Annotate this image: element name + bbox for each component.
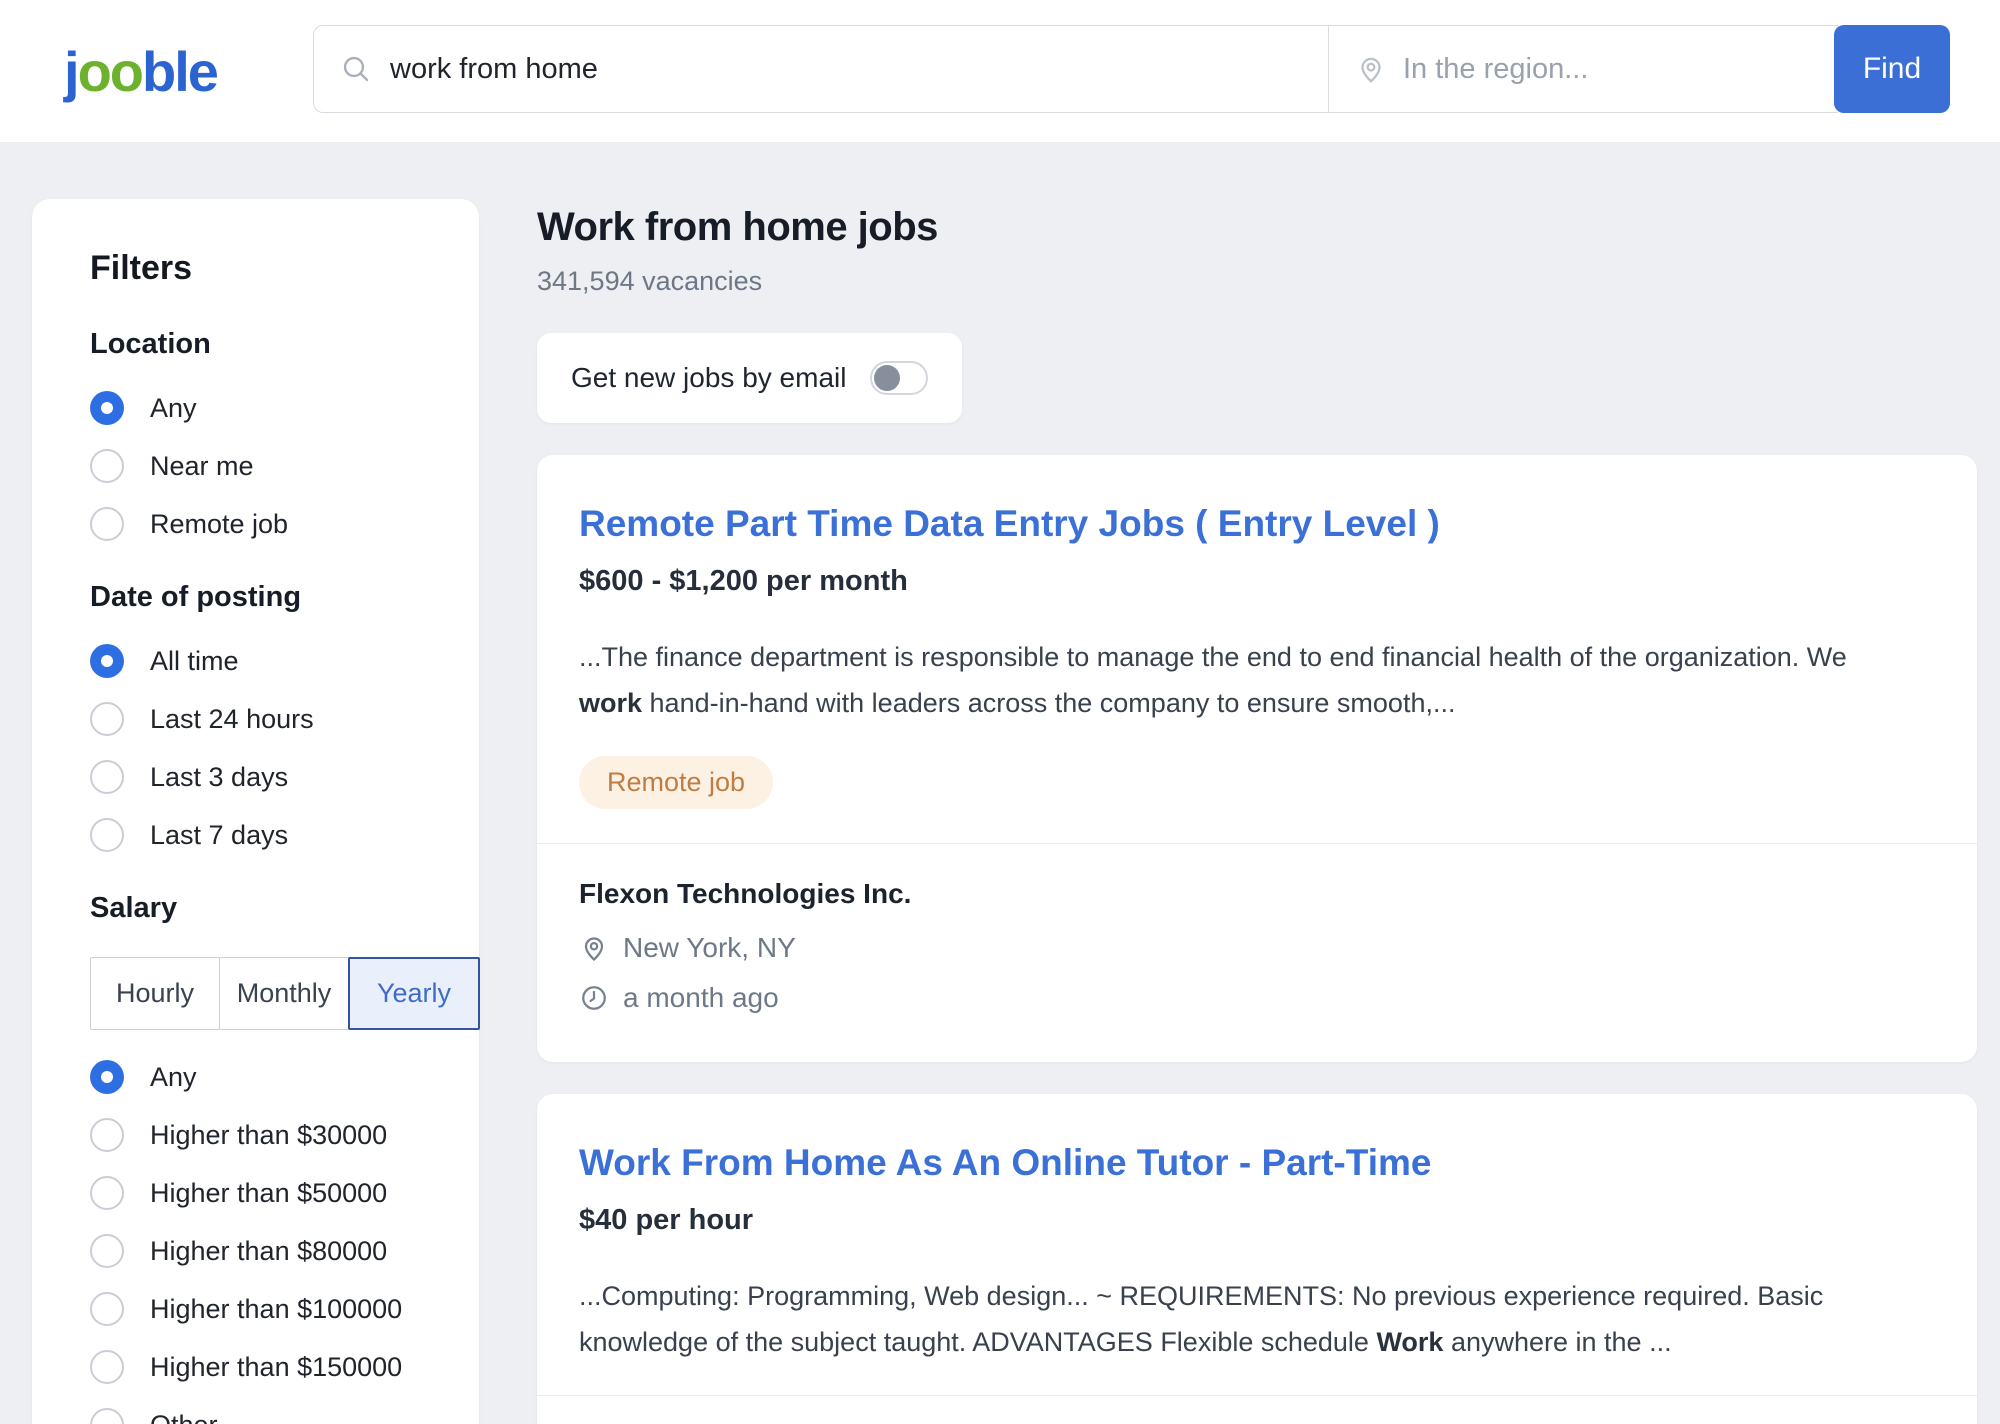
date-option-last-3-days[interactable]: Last 3 days (90, 760, 443, 794)
salary-option-80000[interactable]: Higher than $80000 (90, 1234, 443, 1268)
salary-heading: Salary (90, 892, 443, 925)
page-title: Work from home jobs (537, 205, 1977, 250)
salary-option-30000[interactable]: Higher than $30000 (90, 1118, 443, 1152)
location-option-near-me[interactable]: Near me (90, 449, 443, 483)
email-subscribe-card: Get new jobs by email (537, 333, 962, 423)
radio-label: Any (150, 393, 197, 424)
search-icon (340, 53, 372, 85)
logo-part: oo (78, 39, 142, 104)
desc-text: ...The finance department is responsible… (579, 642, 1847, 672)
radio-label: All time (150, 646, 239, 677)
radio-selected-icon[interactable] (90, 1060, 124, 1094)
radio-label: Last 7 days (150, 820, 288, 851)
radio-icon[interactable] (90, 1118, 124, 1152)
desc-highlight: work (579, 688, 642, 718)
job-location-row: New York, NY (579, 932, 1935, 964)
location-options: Any Near me Remote job (90, 391, 443, 541)
salary-option-150000[interactable]: Higher than $150000 (90, 1350, 443, 1384)
radio-selected-icon[interactable] (90, 391, 124, 425)
radio-label: Higher than $80000 (150, 1236, 387, 1267)
radio-icon[interactable] (90, 1350, 124, 1384)
radio-icon[interactable] (90, 1408, 124, 1424)
results-column: Work from home jobs 341,594 vacancies Ge… (537, 142, 1977, 1424)
tab-monthly[interactable]: Monthly (219, 957, 349, 1030)
radio-icon[interactable] (90, 1176, 124, 1210)
location-pin-icon (1355, 53, 1387, 85)
vacancies-count: 341,594 vacancies (537, 266, 1977, 297)
email-subscribe-toggle[interactable] (870, 361, 928, 395)
location-heading: Location (90, 328, 443, 361)
job-salary: $600 - $1,200 per month (579, 565, 1917, 598)
job-location: New York, NY (623, 932, 796, 964)
radio-icon[interactable] (90, 1292, 124, 1326)
radio-label: Higher than $150000 (150, 1352, 402, 1383)
radio-icon[interactable] (90, 1234, 124, 1268)
job-salary: $40 per hour (579, 1204, 1917, 1237)
salary-option-100000[interactable]: Higher than $100000 (90, 1292, 443, 1326)
clock-icon (579, 983, 609, 1013)
radio-icon[interactable] (90, 818, 124, 852)
radio-label: Last 3 days (150, 762, 288, 793)
radio-label: Higher than $100000 (150, 1294, 402, 1325)
date-options: All time Last 24 hours Last 3 days Last … (90, 644, 443, 852)
filters-title: Filters (90, 249, 443, 288)
region-input[interactable] (1403, 53, 1818, 86)
radio-label: Higher than $30000 (150, 1120, 387, 1151)
header: jooble Find (0, 0, 2000, 142)
radio-icon[interactable] (90, 702, 124, 736)
job-description: ...The finance department is responsible… (579, 634, 1889, 726)
filters-panel: Filters Location Any Near me Remote job … (32, 199, 479, 1424)
job-posted-time: a month ago (623, 982, 779, 1014)
company-name: Flexon Technologies Inc. (579, 878, 1935, 910)
keyword-search-field[interactable] (313, 25, 1328, 113)
radio-label: Other (150, 1410, 218, 1424)
location-option-any[interactable]: Any (90, 391, 443, 425)
tab-hourly[interactable]: Hourly (90, 957, 220, 1030)
salary-period-tabs: Hourly Monthly Yearly (90, 957, 480, 1030)
search-bar-group: Find (313, 25, 1950, 113)
logo-part: ble (142, 39, 217, 104)
salary-option-50000[interactable]: Higher than $50000 (90, 1176, 443, 1210)
job-title-link[interactable]: Work From Home As An Online Tutor - Part… (579, 1140, 1917, 1186)
logo-part: j (64, 39, 78, 104)
radio-icon[interactable] (90, 449, 124, 483)
radio-icon[interactable] (90, 760, 124, 794)
job-card: Work From Home As An Online Tutor - Part… (537, 1094, 1977, 1424)
radio-label: Higher than $50000 (150, 1178, 387, 1209)
radio-label: Remote job (150, 509, 288, 540)
remote-job-badge: Remote job (579, 756, 773, 809)
salary-option-any[interactable]: Any (90, 1060, 443, 1094)
date-of-posting-heading: Date of posting (90, 581, 443, 614)
find-button[interactable]: Find (1834, 25, 1950, 113)
search-input[interactable] (390, 53, 1308, 86)
tab-yearly[interactable]: Yearly (348, 957, 480, 1030)
radio-icon[interactable] (90, 507, 124, 541)
location-option-remote-job[interactable]: Remote job (90, 507, 443, 541)
radio-label: Last 24 hours (150, 704, 314, 735)
desc-text: hand-in-hand with leaders across the com… (642, 688, 1455, 718)
location-pin-icon (579, 933, 609, 963)
job-posted-row: a month ago (579, 982, 1935, 1014)
date-option-last-24-hours[interactable]: Last 24 hours (90, 702, 443, 736)
desc-text: anywhere in the ... (1443, 1327, 1671, 1357)
desc-highlight: Work (1376, 1327, 1443, 1357)
region-search-field[interactable] (1328, 25, 1838, 113)
jooble-logo[interactable]: jooble (64, 26, 217, 116)
date-option-all-time[interactable]: All time (90, 644, 443, 678)
card-divider (537, 1395, 1977, 1396)
radio-selected-icon[interactable] (90, 644, 124, 678)
radio-label: Near me (150, 451, 254, 482)
email-subscribe-label: Get new jobs by email (571, 362, 846, 394)
date-option-last-7-days[interactable]: Last 7 days (90, 818, 443, 852)
job-description: ...Computing: Programming, Web design...… (579, 1273, 1889, 1365)
toggle-knob (874, 365, 900, 391)
job-card: Remote Part Time Data Entry Jobs ( Entry… (537, 455, 1977, 1062)
job-title-link[interactable]: Remote Part Time Data Entry Jobs ( Entry… (579, 501, 1917, 547)
salary-options: Any Higher than $30000 Higher than $5000… (90, 1060, 443, 1424)
salary-option-other[interactable]: Other (90, 1408, 443, 1424)
radio-label: Any (150, 1062, 197, 1093)
